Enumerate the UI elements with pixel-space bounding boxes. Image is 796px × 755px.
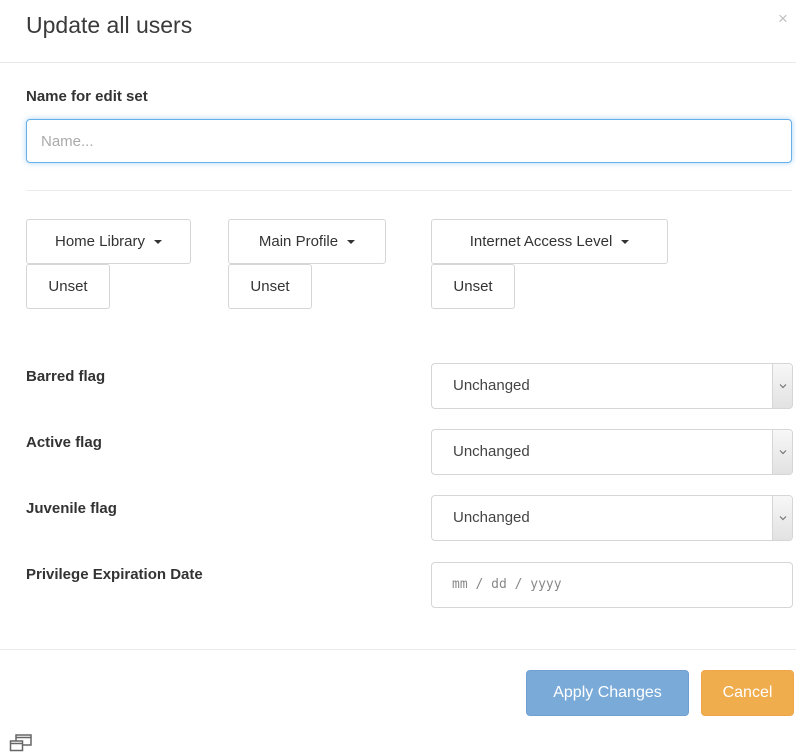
- active-flag-value: Unchanged: [453, 443, 530, 460]
- name-field-label: Name for edit set: [26, 88, 148, 105]
- active-flag-select[interactable]: Unchanged: [431, 429, 793, 475]
- home-library-dropdown[interactable]: Home Library: [26, 219, 191, 264]
- modal-title: Update all users: [26, 12, 193, 38]
- caret-down-icon: [347, 239, 356, 244]
- juvenile-flag-select[interactable]: Unchanged: [431, 495, 793, 541]
- internet-access-level-label: Internet Access Level: [469, 233, 613, 250]
- barred-flag-value: Unchanged: [453, 377, 530, 394]
- name-input[interactable]: [26, 119, 792, 163]
- caret-down-icon: [154, 239, 163, 244]
- main-profile-label: Main Profile: [258, 233, 339, 250]
- expiration-date-label: Privilege Expiration Date: [26, 566, 203, 583]
- home-library-label: Home Library: [54, 233, 146, 250]
- modal-header: Update all users ×: [0, 0, 796, 63]
- home-library-unset-button[interactable]: Unset: [26, 264, 110, 309]
- caret-down-icon: [621, 239, 630, 244]
- chevron-down-icon: [772, 430, 792, 474]
- main-profile-unset-button[interactable]: Unset: [228, 264, 312, 309]
- active-flag-label: Active flag: [26, 434, 102, 451]
- internet-access-unset-button[interactable]: Unset: [431, 264, 515, 309]
- cancel-button[interactable]: Cancel: [701, 670, 794, 716]
- popout-window-icon[interactable]: [9, 734, 33, 752]
- footer-divider: [0, 649, 796, 650]
- apply-changes-button[interactable]: Apply Changes: [526, 670, 689, 716]
- expiration-date-input[interactable]: mm / dd / yyyy: [431, 562, 793, 608]
- barred-flag-label: Barred flag: [26, 368, 106, 385]
- juvenile-flag-value: Unchanged: [453, 509, 530, 526]
- internet-access-level-dropdown[interactable]: Internet Access Level: [431, 219, 668, 264]
- juvenile-flag-label: Juvenile flag: [26, 500, 117, 517]
- chevron-down-icon: [772, 364, 792, 408]
- section-divider: [26, 190, 792, 191]
- main-profile-dropdown[interactable]: Main Profile: [228, 219, 386, 264]
- close-icon[interactable]: ×: [778, 9, 788, 29]
- barred-flag-select[interactable]: Unchanged: [431, 363, 793, 409]
- update-users-modal: Update all users × Name for edit set Hom…: [0, 0, 796, 722]
- date-placeholder: mm / dd / yyyy: [452, 577, 562, 592]
- chevron-down-icon: [772, 496, 792, 540]
